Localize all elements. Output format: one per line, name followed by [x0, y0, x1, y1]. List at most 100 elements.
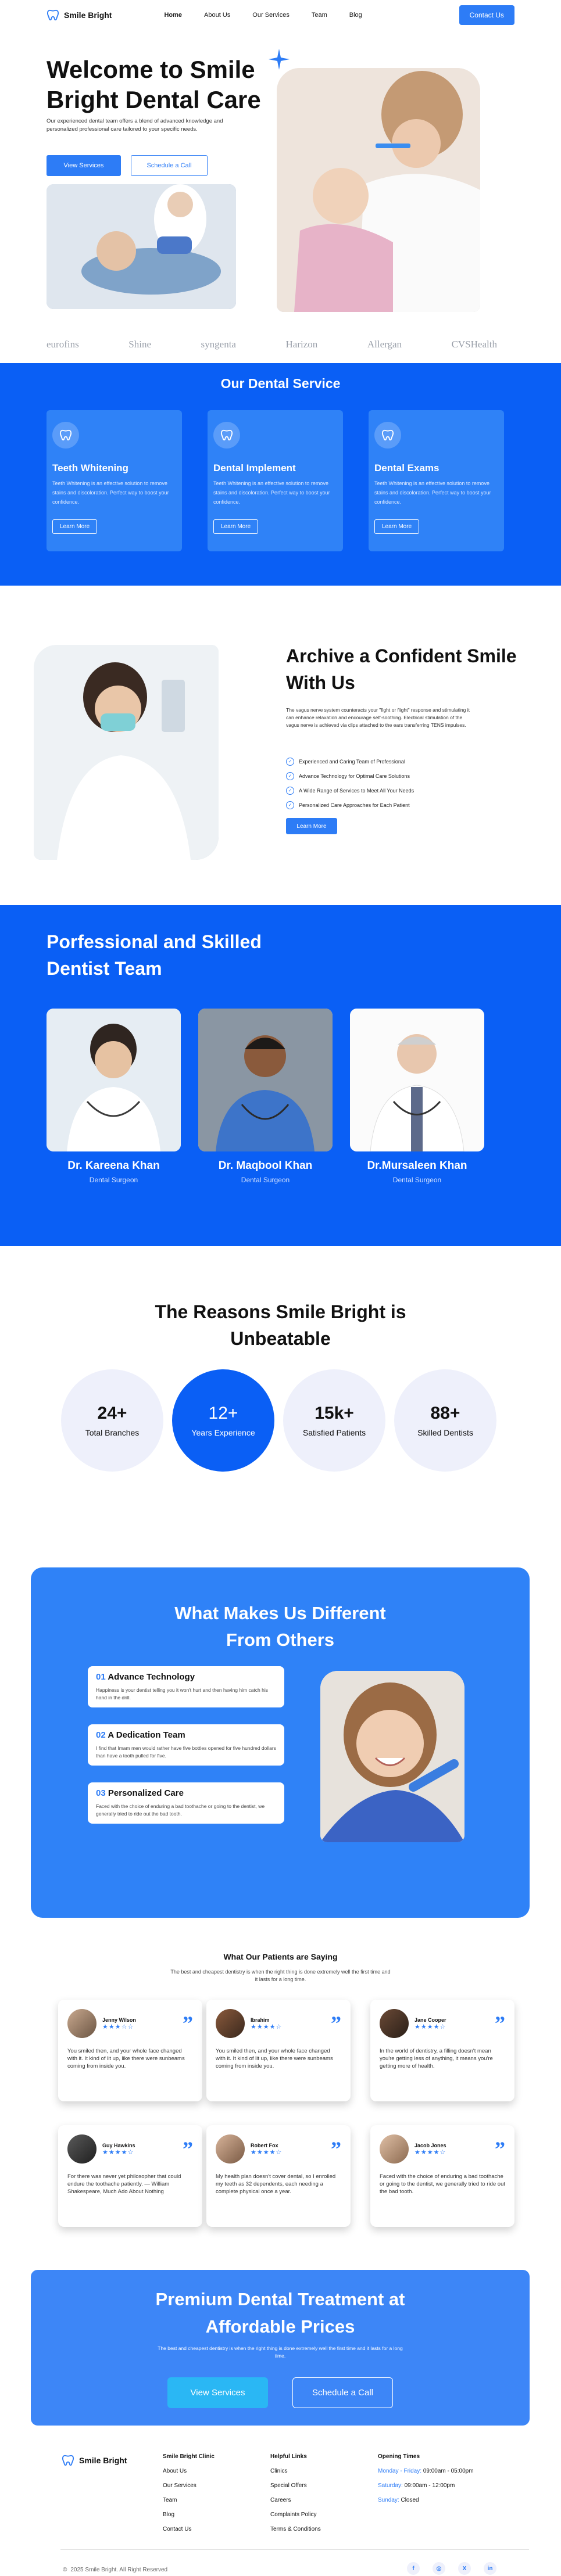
testimonials-subtitle-text: The best and cheapest dentistry is when … [170, 1969, 391, 1982]
view-services-button[interactable]: View Services [47, 155, 121, 176]
stat-number: 24+ [97, 1404, 127, 1423]
testimonials-subtitle: The best and cheapest dentistry is when … [0, 1968, 561, 1983]
service-desc: Teeth Whitening is an effective solution… [374, 480, 491, 505]
hero-dentist-image [277, 68, 480, 312]
footer-link[interactable]: Special Offers [270, 2482, 321, 2497]
footer-link[interactable]: Complaints Policy [270, 2512, 321, 2526]
feature-title: Personalized Care [108, 1788, 184, 1798]
footer-link[interactable]: Our Services [163, 2482, 215, 2497]
opening-time: 09:00am - 12:00pm [404, 2482, 455, 2489]
premium-view-services-button[interactable]: View Services [167, 2377, 268, 2408]
contact-us-button[interactable]: Contact Us [459, 5, 514, 25]
testimonial-text: Faced with the choice of enduring a bad … [380, 2173, 505, 2195]
tooth-icon [47, 9, 59, 21]
feature-desc: Happiness is your dentist telling you it… [96, 1687, 268, 1700]
dentist-card[interactable]: Dr.Mursaleen Khan Dental Surgeon [350, 1009, 484, 1184]
nav-link-blog[interactable]: Blog [349, 12, 362, 19]
testimonial-text: In the world of dentistry, a filling doe… [380, 2048, 493, 2069]
services-title: Our Dental Service [220, 376, 341, 391]
stats-title-text: The Reasons Smile Bright is Unbeatable [155, 1301, 406, 1349]
dentist-photo [47, 1009, 181, 1151]
brand-logo: Allergan [367, 338, 402, 350]
service-card: Teeth Whitening Teeth Whitening is an ef… [47, 410, 182, 551]
tooth-icon [374, 422, 401, 449]
linkedin-icon[interactable]: in [484, 2562, 496, 2575]
service-card: Dental Exams Teeth Whitening is an effec… [369, 410, 504, 551]
feature-card: 02 A Dedication Team I find that Imam me… [88, 1724, 284, 1766]
copyright-text: 2025 Smile Bright. All Right Reserved [70, 2567, 168, 2573]
footer-link[interactable]: Blog [163, 2512, 215, 2526]
brand-logo: CVSHealth [451, 338, 497, 350]
opening-row: Saturday: 09:00am - 12:00pm [378, 2482, 474, 2497]
brand-logo: eurofins [47, 338, 79, 350]
reviewer-name: Ibrahim [251, 2017, 270, 2023]
opening-time: Closed [401, 2497, 419, 2503]
reviewer-name: Jane Cooper [415, 2017, 446, 2023]
schedule-call-button[interactable]: Schedule a Call [131, 155, 208, 176]
check-icon: ✓ [286, 772, 294, 780]
premium-cta-section: Premium Dental Treatment at Affordable P… [31, 2270, 530, 2426]
footer-logo-text: Smile Bright [79, 2456, 127, 2465]
instagram-icon[interactable]: ◎ [433, 2562, 445, 2575]
avatar [216, 2009, 245, 2038]
nav-link-home[interactable]: Home [164, 12, 182, 19]
about-learn-more-button[interactable]: Learn More [286, 818, 337, 834]
testimonial-card: Jacob Jones ★★★★☆ ” Faced with the choice … [370, 2125, 514, 2227]
tooth-icon [62, 2455, 74, 2466]
facebook-icon[interactable]: f [407, 2562, 420, 2575]
avatar [67, 2134, 97, 2164]
learn-more-button[interactable]: Learn More [213, 519, 259, 534]
testimonial-text: You smiled then, and your whole face cha… [216, 2048, 333, 2069]
stat-circle: 88+ Skilled Dentists [394, 1369, 496, 1472]
dentist-card[interactable]: Dr. Maqbool Khan Dental Surgeon [198, 1009, 333, 1184]
footer-link[interactable]: Careers [270, 2497, 321, 2512]
copyright-icon: © [63, 2567, 67, 2573]
footer-link[interactable]: Terms & Conditions [270, 2526, 321, 2541]
premium-title: Premium Dental Treatment at Affordable P… [31, 2286, 530, 2340]
footer-logo[interactable]: Smile Bright [62, 2454, 127, 2467]
reviewer-name: Jacob Jones [415, 2142, 446, 2148]
feature-desc: I find that Imam men would rather have f… [96, 1745, 276, 1759]
nav-link-team[interactable]: Team [312, 12, 327, 19]
learn-more-button[interactable]: Learn More [52, 519, 98, 534]
tooth-icon [52, 422, 79, 449]
learn-more-button[interactable]: Learn More [374, 519, 420, 534]
quote-icon: ” [495, 2137, 505, 2161]
checklist-item: ✓ Advance Technology for Optimal Care Sol… [286, 769, 414, 783]
nav-link-services[interactable]: Our Services [252, 12, 290, 19]
premium-subtitle: The best and cheapest dentistry is when … [158, 2345, 403, 2359]
dentist-card[interactable]: Dr. Kareena Khan Dental Surgeon [47, 1009, 181, 1184]
checklist-label: A Wide Range of Services to Meet All You… [299, 787, 415, 794]
quote-icon: ” [183, 2137, 193, 2161]
sparkle-icon [269, 49, 290, 70]
brand-logos: eurofins Shine syngenta Harizon Allergan… [47, 325, 514, 363]
different-title-text: What Makes Us Different From Others [174, 1603, 386, 1650]
testimonial-text: For there was never yet philosopher that… [67, 2173, 181, 2195]
nav-link-about[interactable]: About Us [204, 12, 230, 19]
footer-link[interactable]: About Us [163, 2468, 215, 2482]
feature-number: 03 [96, 1788, 106, 1798]
team-section: Porfessional and Skilled Dentist Team Dr… [0, 905, 561, 1246]
footer-link[interactable]: Team [163, 2497, 215, 2512]
testimonial-card: Ibrahim ★★★★☆ ” You smiled then, and your … [206, 2000, 351, 2101]
footer-link[interactable]: Contact Us [163, 2526, 215, 2541]
footer-col-hours: Opening Times Monday - Friday: 09:00am -… [378, 2453, 474, 2512]
dentist-name: Dr. Kareena Khan [67, 1160, 160, 1172]
avatar [380, 2134, 409, 2164]
feature-title: A Dedication Team [108, 1730, 185, 1740]
brand-logo: syngenta [201, 338, 236, 350]
stat-circle: 15k+ Satisfied Patients [283, 1369, 385, 1472]
premium-schedule-call-button[interactable]: Schedule a Call [292, 2377, 393, 2408]
hero-patient-image [47, 184, 236, 309]
avatar [67, 2009, 97, 2038]
footer-link[interactable]: Clinics [270, 2468, 321, 2482]
different-section: What Makes Us Different From Others 01 A… [31, 1567, 530, 1918]
quote-icon: ” [331, 2137, 341, 2161]
stat-label: Satisfied Patients [302, 1428, 366, 1437]
testimonial-card: Jenny Wilson ★★★☆☆ ” You smiled then, and … [58, 2000, 202, 2101]
x-icon[interactable]: X [458, 2562, 471, 2575]
stat-number: 15k+ [315, 1404, 354, 1423]
nav-logo[interactable]: Smile Bright [47, 9, 112, 21]
dentist-role: Dental Surgeon [392, 1176, 442, 1184]
stats-title: The Reasons Smile Bright is Unbeatable [0, 1298, 561, 1352]
